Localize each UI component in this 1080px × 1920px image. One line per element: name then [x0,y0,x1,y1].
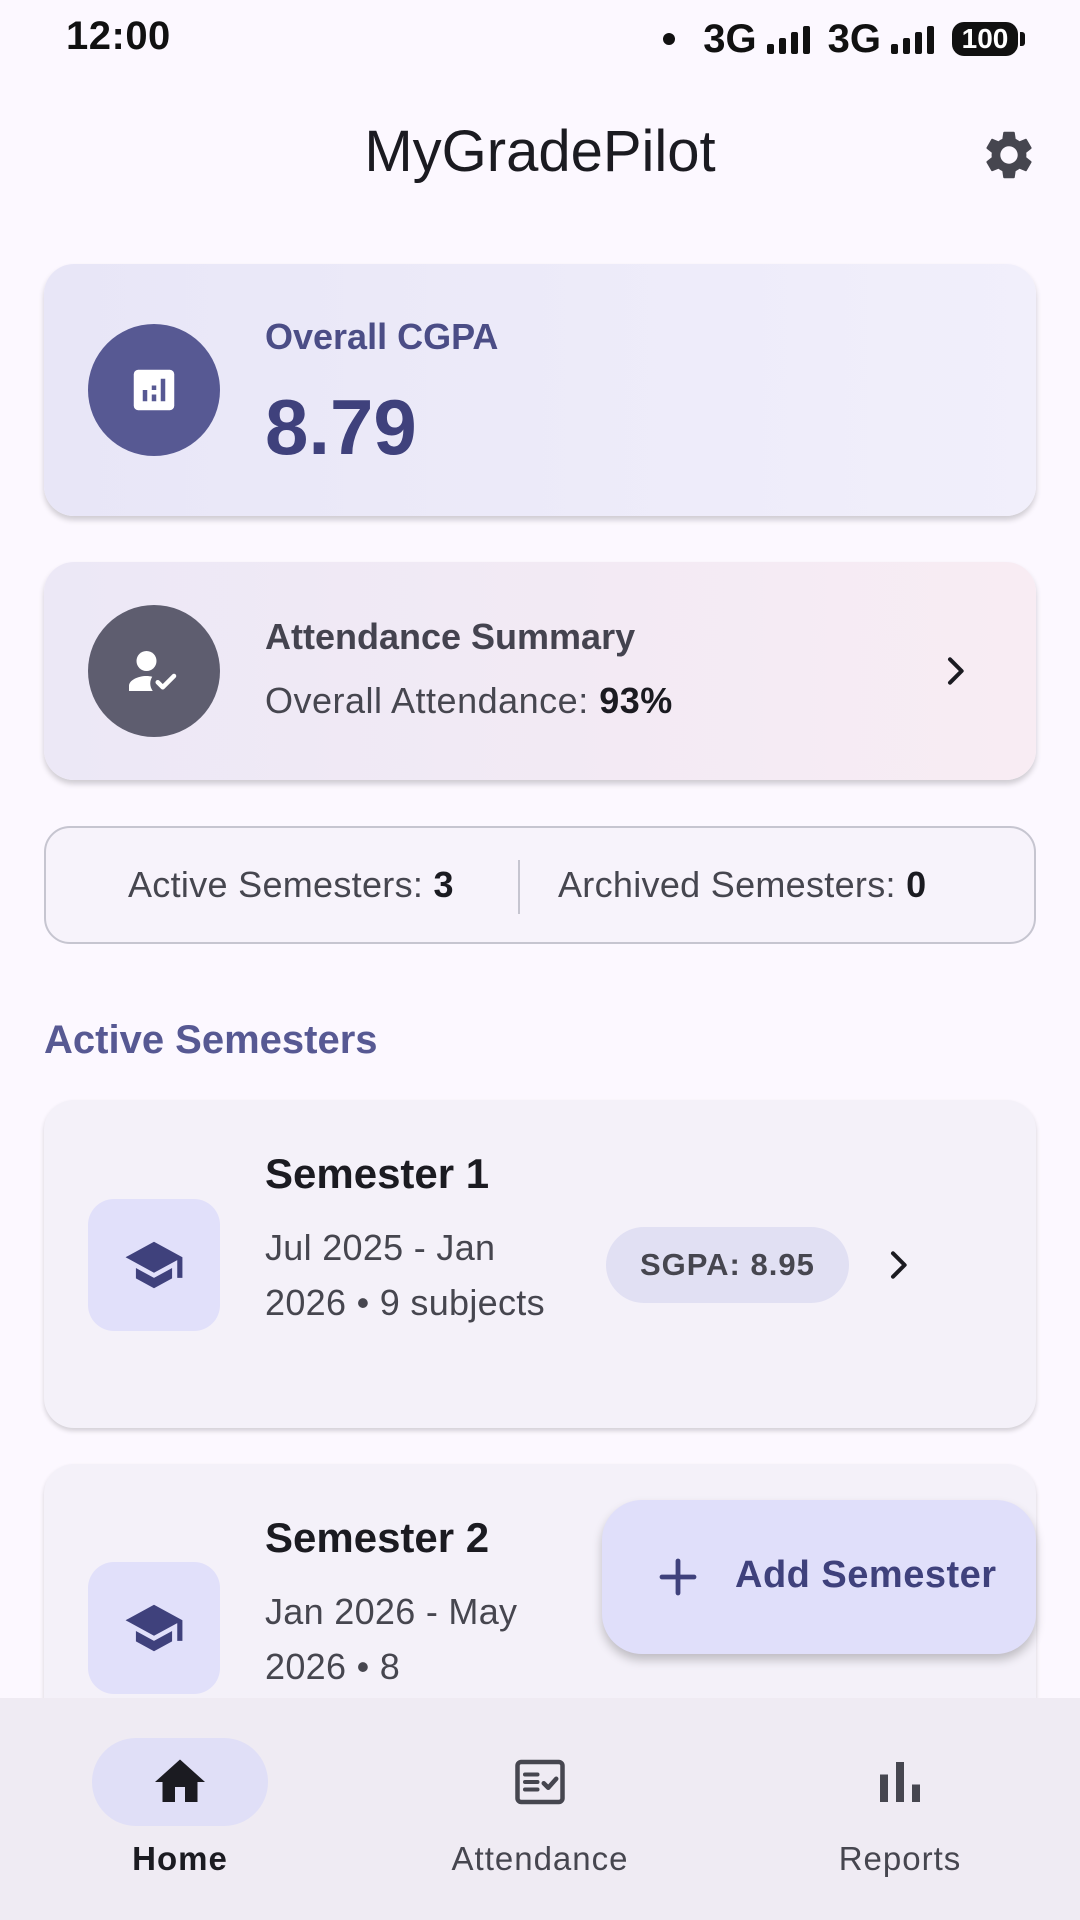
signal-icon-1 [766,24,810,54]
status-time: 12:00 [66,14,171,58]
active-semesters-label: Active Semesters: [128,864,434,905]
semester-icon-tile [88,1199,220,1331]
battery-level: 100 [961,23,1009,54]
cgpa-card: Overall CGPA 8.79 [44,264,1036,516]
nav-label-home: Home [132,1840,228,1877]
archived-semesters-label: Archived Semesters: [558,864,907,905]
app-title: MyGradePilot [364,119,716,184]
attendance-overall-label: Overall Attendance: [265,680,600,721]
semester-detail: Jan 2026 - May 2026 • 8 [265,1591,518,1687]
status-indicators: 3G 3G 100 [663,14,1025,64]
nav-label-attendance: Attendance [451,1840,629,1877]
person-check-icon [129,651,177,691]
semester-count-summary: Active Semesters: 3 Archived Semesters: … [44,826,1036,944]
attendance-avatar [88,605,220,737]
active-semesters-count: Active Semesters: 3 [128,864,454,906]
status-bar: 12:00 3G 3G 100 [0,0,1080,80]
nav-item-attendance[interactable]: Attendance [360,1698,720,1920]
bottom-navigation: Home Attendance Reports [0,1698,1080,1920]
plus-icon [659,1558,697,1596]
attendance-overall-value: 93% [599,680,673,721]
sgpa-chip: SGPA: 8.95 [606,1227,849,1303]
cgpa-avatar [88,324,220,456]
nav-indicator [812,1738,988,1826]
notification-dot-icon [663,33,676,45]
archived-semesters-value: 0 [906,864,927,905]
semester-name: Semester 1 [265,1150,490,1197]
semester-icon-tile [88,1562,220,1694]
cgpa-label: Overall CGPA [265,316,499,357]
attendance-overall: Overall Attendance: 93% [265,680,673,722]
graduation-cap-icon [125,1241,183,1289]
summary-divider [518,860,520,914]
add-semester-button[interactable]: Add Semester [602,1500,1036,1654]
signal-icon-2 [891,24,934,54]
home-icon [155,1759,205,1802]
checklist-icon [515,1759,565,1805]
analytics-icon [133,369,175,411]
home-screen: 12:00 3G 3G 100 MyGradePilot Overall CGP… [0,0,1080,1920]
graduation-cap-icon [125,1604,183,1652]
semester-name: Semester 2 [265,1514,490,1561]
cgpa-value: 8.79 [265,383,417,471]
nav-label-reports: Reports [838,1840,962,1877]
nav-indicator [452,1738,628,1826]
chevron-right-icon [873,1240,923,1290]
semester-card[interactable]: Semester 1 Jul 2025 - Jan 2026 • 9 subje… [44,1100,1036,1428]
settings-button[interactable] [978,124,1040,186]
bar-chart-icon [880,1762,920,1802]
nav-item-home[interactable]: Home [0,1698,360,1920]
active-semesters-value: 3 [433,864,454,905]
section-title-active-semesters: Active Semesters [44,1018,378,1062]
network-type-2: 3G [827,16,881,61]
nav-item-reports[interactable]: Reports [720,1698,1080,1920]
chevron-right-icon [930,646,980,696]
attendance-summary-card[interactable]: Attendance Summary Overall Attendance: 9… [44,562,1036,780]
semester-detail: Jul 2025 - Jan 2026 • 9 subjects [265,1227,545,1323]
gear-icon [986,131,1032,179]
archived-semesters-count: Archived Semesters: 0 [558,864,926,906]
battery-icon: 100 [952,22,1025,56]
network-type-1: 3G [703,16,757,61]
attendance-title: Attendance Summary [265,616,636,657]
nav-indicator [92,1738,268,1826]
add-semester-label: Add Semester [735,1554,997,1596]
